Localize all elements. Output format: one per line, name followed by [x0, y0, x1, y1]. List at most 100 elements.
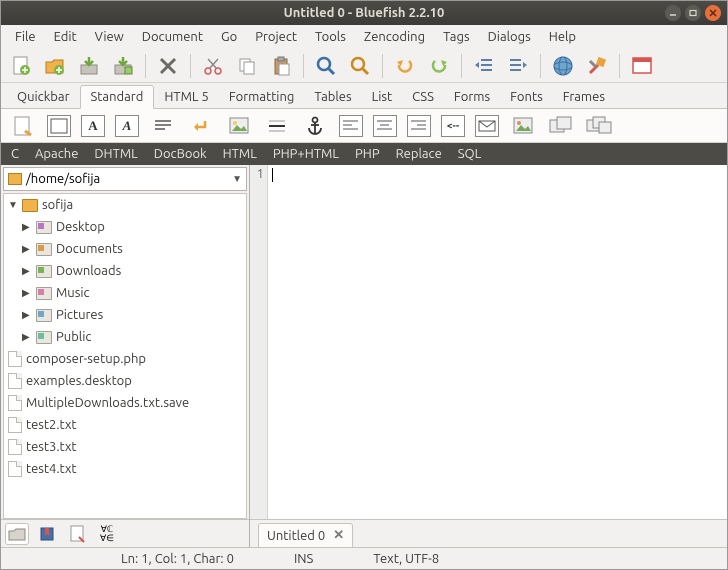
new-file-button[interactable] [7, 52, 35, 80]
thumbnails-button[interactable] [547, 112, 575, 140]
hr-button[interactable] [263, 112, 291, 140]
menu-document[interactable]: Document [134, 28, 211, 46]
fullscreen-button[interactable] [628, 52, 656, 80]
collapse-icon[interactable]: ▼ [8, 199, 18, 211]
comment-button[interactable]: <-- [441, 115, 465, 137]
expand-icon[interactable]: ▶ [22, 243, 32, 255]
menu-project[interactable]: Project [247, 28, 305, 46]
menu-tools[interactable]: Tools [307, 28, 354, 46]
bold-button[interactable]: A [81, 115, 105, 137]
find-replace-button[interactable] [346, 52, 374, 80]
sidetab-filebrowser[interactable] [5, 523, 29, 545]
align-right-button[interactable] [407, 115, 431, 137]
quickstart-button[interactable] [9, 112, 37, 140]
menu-tags[interactable]: Tags [435, 28, 478, 46]
menu-zencoding[interactable]: Zencoding [356, 28, 433, 46]
image-button[interactable] [225, 112, 253, 140]
path-combobox[interactable]: /home/sofija ▼ [3, 167, 247, 191]
paste-button[interactable] [267, 52, 295, 80]
lang-c[interactable]: C [11, 147, 19, 161]
indent-button[interactable] [504, 52, 532, 80]
tab-css[interactable]: CSS [402, 86, 444, 108]
close-button[interactable] [705, 5, 721, 21]
undo-button[interactable] [391, 52, 419, 80]
tree-folder[interactable]: ▶Music [4, 282, 246, 304]
body-button[interactable] [47, 115, 71, 137]
tree-folder[interactable]: ▶Desktop [4, 216, 246, 238]
browser-preview-button[interactable] [549, 52, 577, 80]
preferences-button[interactable] [583, 52, 611, 80]
tree-folder[interactable]: ▶Public [4, 326, 246, 348]
tab-list[interactable]: List [362, 86, 403, 108]
tree-file[interactable]: test2.txt [4, 414, 246, 436]
menu-edit[interactable]: Edit [46, 28, 85, 46]
align-center-button[interactable] [373, 115, 397, 137]
save-as-button[interactable] [109, 52, 137, 80]
tab-fonts[interactable]: Fonts [500, 86, 553, 108]
italic-button[interactable]: A [115, 115, 139, 137]
minimize-button[interactable] [665, 5, 681, 21]
expand-icon[interactable]: ▶ [22, 287, 32, 299]
open-file-button[interactable] [41, 52, 69, 80]
tree-file[interactable]: MultipleDownloads.txt.save [4, 392, 246, 414]
status-insert-mode[interactable]: INS [294, 552, 313, 566]
align-left-button[interactable] [339, 115, 363, 137]
separator [145, 54, 146, 78]
maximize-button[interactable] [685, 5, 701, 21]
tree-folder[interactable]: ▶Documents [4, 238, 246, 260]
close-file-button[interactable] [154, 52, 182, 80]
sidetab-snippets[interactable] [65, 523, 89, 545]
tab-forms[interactable]: Forms [444, 86, 500, 108]
lang-apache[interactable]: Apache [35, 147, 78, 161]
email-button[interactable] [475, 115, 499, 137]
tab-html5[interactable]: HTML 5 [154, 86, 219, 108]
sidetab-charmap[interactable]: ∀ℂ∀∈ [95, 523, 119, 545]
status-encoding[interactable]: Text, UTF-8 [373, 552, 439, 566]
expand-icon[interactable]: ▶ [22, 221, 32, 233]
tab-tables[interactable]: Tables [304, 86, 361, 108]
expand-icon[interactable]: ▶ [22, 265, 32, 277]
lang-php[interactable]: PHP [355, 147, 380, 161]
multi-thumbnail-button[interactable] [585, 112, 613, 140]
tab-standard[interactable]: Standard [80, 85, 155, 109]
text-editor[interactable] [268, 165, 727, 519]
file-tree[interactable]: ▼ sofija ▶Desktop ▶Documents ▶Downloads … [3, 193, 247, 519]
tree-file[interactable]: examples.desktop [4, 370, 246, 392]
tree-folder[interactable]: ▶Pictures [4, 304, 246, 326]
tab-frames[interactable]: Frames [553, 86, 615, 108]
redo-button[interactable] [425, 52, 453, 80]
save-button[interactable] [75, 52, 103, 80]
lang-html[interactable]: HTML [223, 147, 257, 161]
tree-file[interactable]: composer-setup.php [4, 348, 246, 370]
lang-sql[interactable]: SQL [458, 147, 482, 161]
menu-view[interactable]: View [87, 28, 132, 46]
menu-help[interactable]: Help [541, 28, 584, 46]
tab-formatting[interactable]: Formatting [219, 86, 305, 108]
folder-icon [36, 287, 52, 300]
lang-dhtml[interactable]: DHTML [94, 147, 137, 161]
tab-quickbar[interactable]: Quickbar [7, 86, 80, 108]
menu-go[interactable]: Go [213, 28, 245, 46]
menu-file[interactable]: File [7, 28, 44, 46]
unindent-button[interactable] [470, 52, 498, 80]
find-button[interactable] [312, 52, 340, 80]
sidetab-bookmarks[interactable] [35, 523, 59, 545]
cut-button[interactable] [199, 52, 227, 80]
tree-file[interactable]: test4.txt [4, 458, 246, 480]
close-tab-icon[interactable]: ✕ [333, 528, 344, 543]
paragraph-button[interactable] [149, 112, 177, 140]
lang-replace[interactable]: Replace [396, 147, 442, 161]
tree-folder[interactable]: ▶Downloads [4, 260, 246, 282]
break-button[interactable] [187, 112, 215, 140]
lang-docbook[interactable]: DocBook [154, 147, 207, 161]
tree-root[interactable]: ▼ sofija [4, 194, 246, 216]
anchor-button[interactable] [301, 112, 329, 140]
expand-icon[interactable]: ▶ [22, 309, 32, 321]
document-tab[interactable]: Untitled 0 ✕ [258, 523, 353, 547]
tree-file[interactable]: test3.txt [4, 436, 246, 458]
expand-icon[interactable]: ▶ [22, 331, 32, 343]
thumbnail-button[interactable] [509, 112, 537, 140]
lang-phphtml[interactable]: PHP+HTML [273, 147, 339, 161]
copy-button[interactable] [233, 52, 261, 80]
menu-dialogs[interactable]: Dialogs [480, 28, 539, 46]
